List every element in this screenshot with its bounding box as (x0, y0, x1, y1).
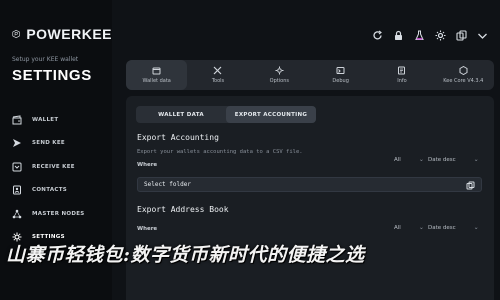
gear-icon[interactable] (435, 30, 446, 41)
tab-export-accounting[interactable]: EXPORT ACCOUNTING (226, 106, 316, 123)
sidebar-item-send[interactable]: SEND KEE (12, 132, 112, 156)
settings-toolbar: Wallet data Tools Options Debug Info Kee… (126, 60, 494, 90)
export-accounting-title: Export Accounting (137, 133, 219, 142)
info-icon (398, 66, 406, 75)
toolbar-label: Options (269, 78, 289, 84)
export-address-title: Export Address Book (137, 205, 229, 214)
debug-icon (336, 67, 345, 74)
toolbar-tools[interactable]: Tools (187, 60, 248, 90)
core-icon (459, 66, 468, 75)
contacts-icon (13, 185, 21, 195)
brand-name: POWERKEE (26, 26, 112, 42)
toolbar-wallet-data[interactable]: Wallet data (126, 60, 188, 90)
toolbar-core-version[interactable]: Kee Core V4.3.4 (433, 60, 494, 90)
sidebar-item-master-nodes[interactable]: MASTER NODES (12, 202, 112, 226)
wallet-data-icon (152, 67, 161, 75)
tab-wallet-data[interactable]: WALLET DATA (136, 106, 226, 123)
powerkee-logo (12, 29, 20, 39)
toolbar-label: Tools (211, 78, 225, 84)
brand: POWERKEE (12, 20, 112, 48)
copy-icon[interactable] (456, 30, 467, 41)
chevron-down-icon: ⌄ (418, 224, 424, 231)
panel-tabs: WALLET DATA EXPORT ACCOUNTING (136, 106, 316, 123)
overlay-headline: 山寨币轻钱包:数字货币新时代的便捷之选 (6, 244, 365, 266)
filter-all-value: All (394, 224, 401, 231)
options-icon (275, 66, 284, 75)
toolbar-label: Debug (332, 78, 349, 84)
filter-all-dropdown[interactable]: All ⌄ (394, 156, 424, 163)
minimize-icon[interactable] (477, 30, 488, 41)
sidebar-item-label: CONTACTS (32, 187, 68, 194)
sidebar-item-contacts[interactable]: CONTACTS (12, 179, 112, 203)
nodes-icon (12, 209, 22, 219)
sidebar-nav: WALLET SEND KEE RECEIVE KEE CONTACTS MAS… (12, 108, 112, 249)
filter-date-dropdown[interactable]: Date desc ⌄ (428, 224, 479, 231)
sidebar-item-label: RECEIVE KEE (32, 163, 75, 170)
toolbar-label: Kee Core V4.3.4 (443, 78, 484, 84)
chevron-down-icon: ⌄ (418, 156, 424, 163)
folder-browse-icon[interactable] (466, 181, 475, 190)
lock-icon[interactable] (393, 30, 404, 41)
tools-icon (214, 66, 222, 75)
setup-text: Setup your KEE wallet (12, 56, 79, 63)
sidebar-item-receive[interactable]: RECEIVE KEE (12, 155, 112, 179)
sidebar-item-wallet[interactable]: WALLET (12, 108, 112, 132)
filter-date-dropdown[interactable]: Date desc ⌄ (428, 156, 479, 163)
filter-date-value: Date desc (428, 224, 456, 231)
filter-all-dropdown[interactable]: All ⌄ (394, 224, 424, 231)
toolbar-info[interactable]: Info (371, 60, 432, 90)
page-title: SETTINGS (12, 67, 92, 84)
select-folder-value: Select folder (144, 181, 191, 188)
export-accounting-subtitle: Export your wallets accounting data to a… (137, 149, 303, 155)
select-folder-field[interactable]: Select folder (137, 177, 482, 192)
sidebar-item-label: MASTER NODES (32, 210, 85, 217)
toolbar-label: Info (397, 78, 407, 84)
chevron-down-icon: ⌄ (473, 224, 479, 231)
wallet-icon (12, 115, 22, 125)
filter-date-value: Date desc (428, 156, 456, 163)
send-icon (13, 139, 21, 148)
where-label: Where (137, 162, 158, 168)
toolbar-label: Wallet data (142, 78, 171, 84)
refresh-icon[interactable] (372, 30, 383, 41)
chevron-down-icon: ⌄ (473, 156, 479, 163)
settings-panel: WALLET DATA EXPORT ACCOUNTING Export Acc… (126, 96, 494, 300)
sidebar-item-label: SEND KEE (32, 140, 65, 147)
header-icons (372, 30, 488, 41)
toolbar-options[interactable]: Options (249, 60, 310, 90)
receive-icon (12, 162, 22, 172)
filter-all-value: All (394, 156, 401, 163)
where-label: Where (137, 226, 158, 232)
sidebar-item-label: WALLET (32, 116, 59, 123)
flask-icon[interactable] (414, 30, 425, 41)
toolbar-debug[interactable]: Debug (310, 60, 371, 90)
